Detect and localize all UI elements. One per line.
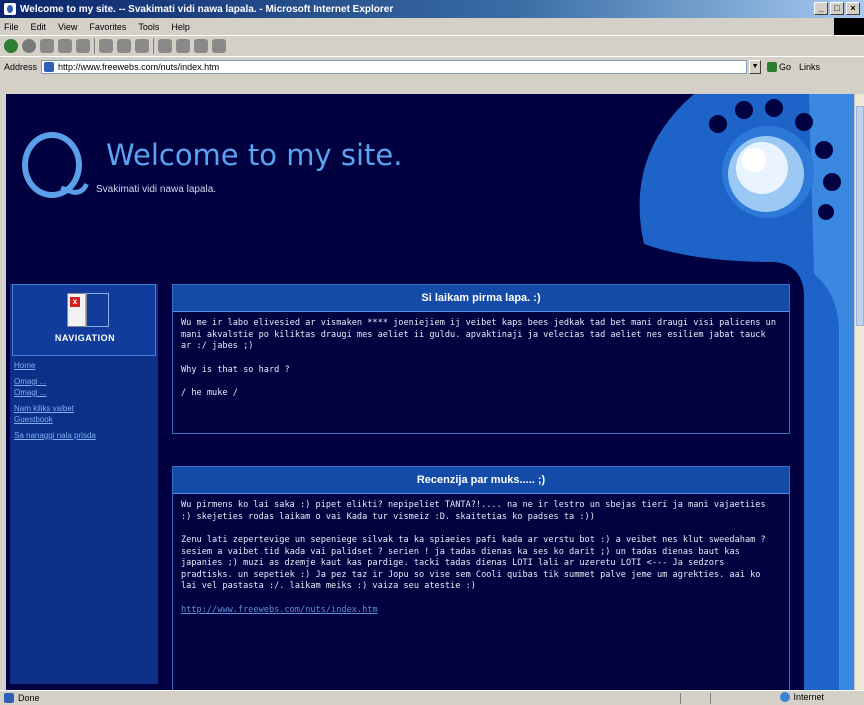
panel-2-paragraph: Zenu lati zepertevige un sepeniege silva… <box>181 535 766 591</box>
window-buttons: _ □ × <box>814 2 860 15</box>
status-divider <box>710 693 711 704</box>
site-subtitle: Svakimati vidi nawa lapala. <box>96 184 217 195</box>
toolbar-separator <box>94 37 95 54</box>
content-panel-1: Si laikam pirma lapa. :) Wu me ir labo e… <box>172 284 790 434</box>
status-divider <box>680 693 681 704</box>
nav-link-home[interactable]: Home <box>14 360 158 371</box>
print-icon[interactable] <box>176 38 190 53</box>
panel-1-paragraph: / he muke / <box>181 388 238 398</box>
window-titlebar: Welcome to my site. -- Svakimati vidi na… <box>0 0 864 18</box>
panel-1-body: Wu me ir labo elivesied ar vismaken ****… <box>173 312 789 418</box>
security-zone: Internet <box>780 692 824 702</box>
address-url[interactable]: http://www.freewebs.com/nuts/index.htm <box>58 62 219 72</box>
minimize-button[interactable]: _ <box>814 2 828 15</box>
menu-file[interactable]: File <box>4 22 19 32</box>
panel-2-title: Recenzija par muks..... ;) <box>173 467 789 494</box>
panel-2-link[interactable]: http://www.freewebs.com/nuts/index.htm <box>181 605 781 617</box>
site-logo-tail <box>60 176 89 199</box>
panel-1-paragraph: Wu me ir labo elivesied ar vismaken ****… <box>181 318 776 351</box>
site-title: Welcome to my site. <box>106 138 403 172</box>
panel-1-paragraph: Why is that so hard ? <box>181 364 290 375</box>
nav-link-guestbook[interactable]: Guestbook <box>14 414 158 425</box>
scrollbar-thumb[interactable] <box>856 106 864 326</box>
navigation-header: x NAVIGATION <box>12 284 156 356</box>
nav-link-omagi-1[interactable]: Omagi ... <box>14 376 158 387</box>
ie-icon <box>4 3 16 15</box>
menu-help[interactable]: Help <box>171 22 190 32</box>
nav-link-prisda[interactable]: Sa nanaggi nala prisda <box>14 430 158 441</box>
status-page-icon <box>4 693 14 703</box>
navigation-panel: x NAVIGATION Home Omagi ... Omagi ... Na… <box>10 284 158 684</box>
forward-icon[interactable] <box>22 38 36 53</box>
panel-1-title: Si laikam pirma lapa. :) <box>173 285 789 312</box>
content-panel-2: Recenzija par muks..... ;) Wu pirmens ko… <box>172 466 790 690</box>
home-icon[interactable] <box>76 38 90 53</box>
links-button[interactable]: Links <box>799 62 820 72</box>
status-text: Done <box>18 693 40 703</box>
go-button[interactable]: Go <box>767 61 792 72</box>
address-label: Address <box>4 61 38 72</box>
broken-image-icon: x <box>67 293 87 327</box>
history-icon[interactable] <box>135 38 149 53</box>
window-title: Welcome to my site. -- Svakimati vidi na… <box>20 3 394 15</box>
panel-2-body: Wu pirmens ko lai saka :) pipet elikti? … <box>173 494 789 622</box>
go-arrow-icon <box>767 61 778 72</box>
vertical-scrollbar[interactable] <box>854 94 864 690</box>
page-icon <box>44 61 55 72</box>
close-button[interactable]: × <box>846 2 860 15</box>
menu-tools[interactable]: Tools <box>138 22 159 32</box>
menu-bar: File Edit View Favorites Tools Help <box>0 18 864 35</box>
mail-icon[interactable] <box>158 38 172 53</box>
zone-label: Internet <box>793 692 824 702</box>
maximize-button[interactable]: □ <box>830 2 844 15</box>
favorites-icon[interactable] <box>117 38 131 53</box>
menu-favorites[interactable]: Favorites <box>89 22 126 32</box>
internet-globe-icon <box>780 692 791 702</box>
discuss-icon[interactable] <box>212 38 226 53</box>
navigation-title: NAVIGATION <box>54 333 116 343</box>
windows-logo-icon <box>834 18 864 35</box>
image-frame <box>85 293 109 327</box>
search-icon[interactable] <box>99 38 113 53</box>
navigation-links: Home Omagi ... Omagi ... Nam kiliks vaib… <box>14 360 158 441</box>
menu-view[interactable]: View <box>58 22 77 32</box>
refresh-icon[interactable] <box>58 38 72 53</box>
status-bar: Done Internet <box>0 690 864 705</box>
nav-link-omagi-2[interactable]: Omagi ... <box>14 387 158 398</box>
red-x-icon: x <box>70 297 80 307</box>
address-bar: Address http://www.freewebs.com/nuts/ind… <box>0 56 864 76</box>
go-label: Go <box>779 61 792 72</box>
standard-toolbar <box>0 35 864 55</box>
address-dropdown-icon[interactable]: ▼ <box>749 59 762 74</box>
nav-link-kiliks[interactable]: Nam kiliks vaibet <box>14 403 158 414</box>
menu-edit[interactable]: Edit <box>31 22 47 32</box>
back-icon[interactable] <box>4 38 18 53</box>
page-viewport: Welcome to my site. Svakimati vidi nawa … <box>6 94 854 690</box>
edit-icon[interactable] <box>194 38 208 53</box>
toolbar-separator <box>153 37 154 54</box>
stop-icon[interactable] <box>40 38 54 53</box>
panel-2-paragraph: Wu pirmens ko lai saka :) pipet elikti? … <box>181 500 766 522</box>
address-input[interactable]: http://www.freewebs.com/nuts/index.htm <box>41 59 748 74</box>
